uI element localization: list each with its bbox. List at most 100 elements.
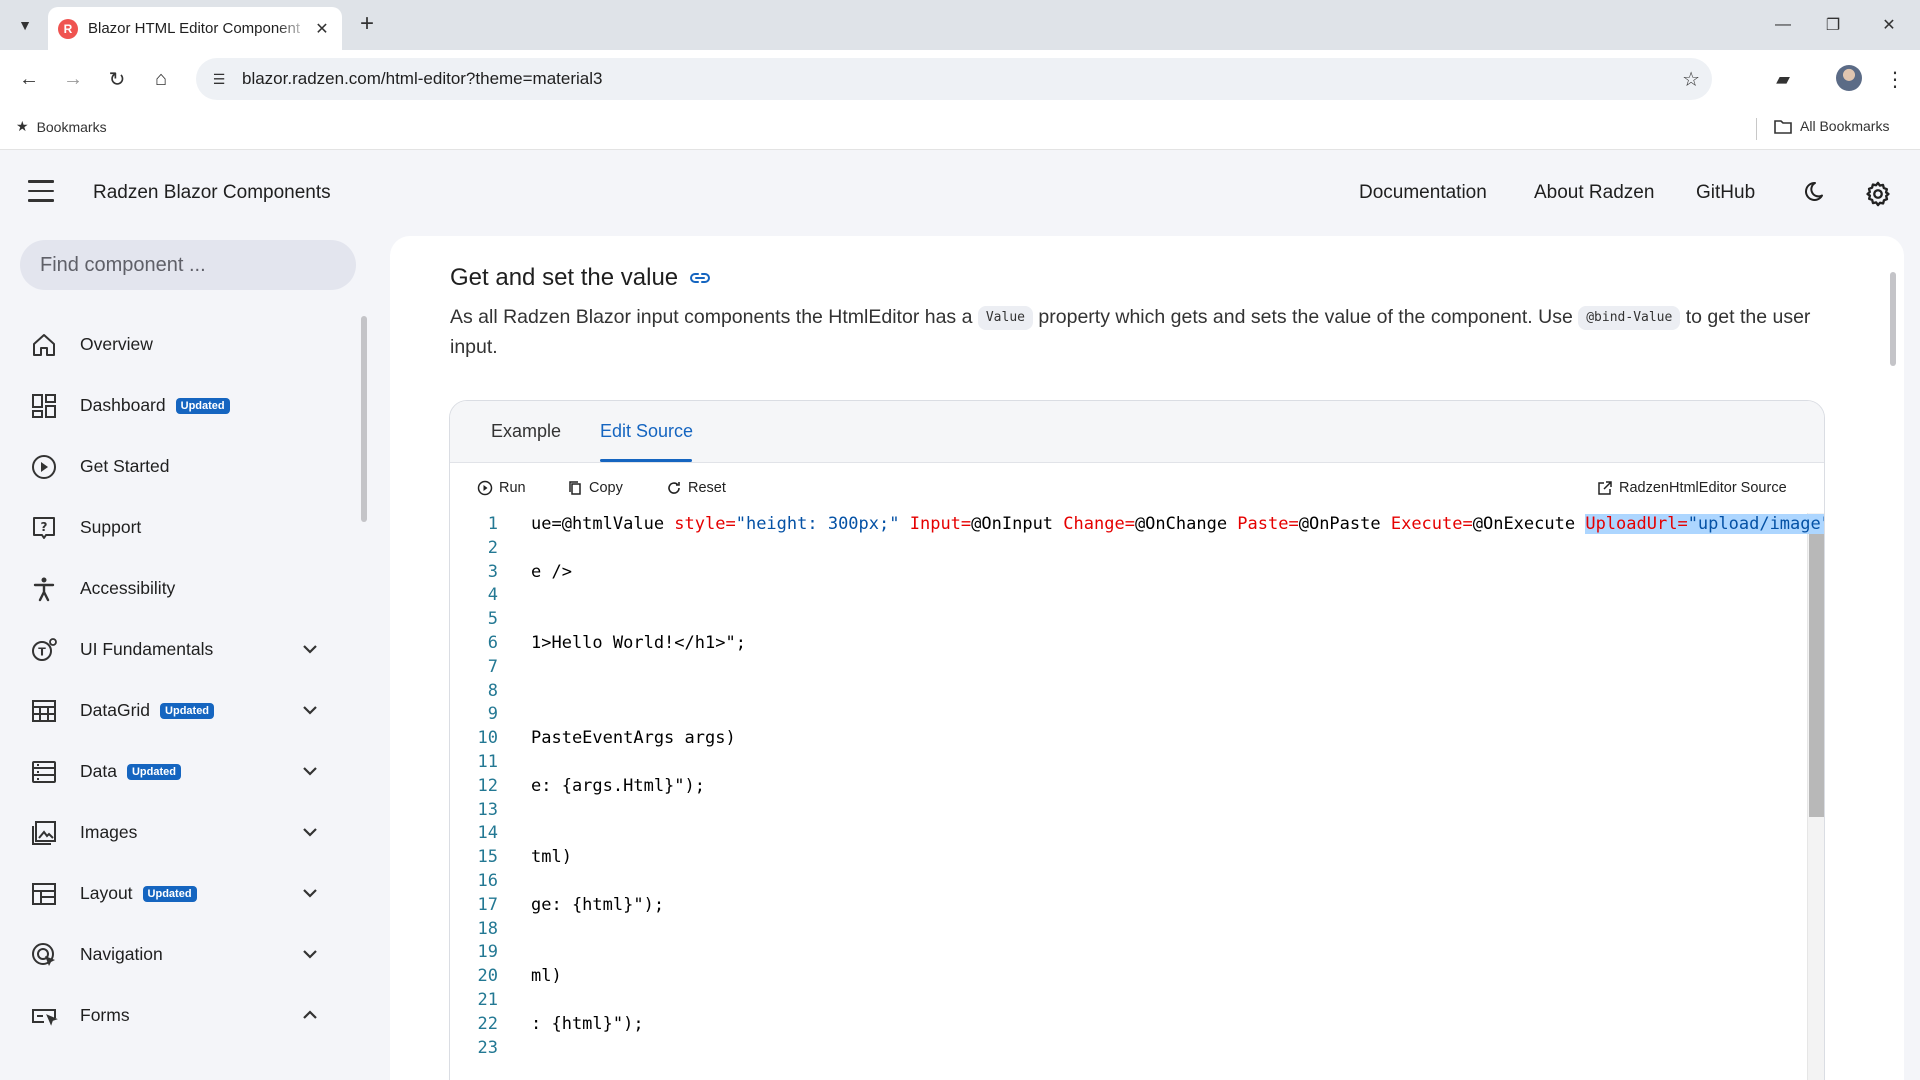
sidebar-item-datagrid[interactable]: DataGrid Updated [0, 680, 340, 741]
gear-icon[interactable] [1864, 180, 1892, 208]
code-line[interactable]: 15 tml) [450, 846, 1810, 870]
code-line[interactable]: 2 [450, 537, 1810, 561]
editor-scrollbar-thumb[interactable] [1809, 515, 1824, 817]
main-content: Get and set the value As all Radzen Blaz… [390, 236, 1904, 1080]
back-button[interactable]: ← [14, 64, 44, 94]
sidebar-item-get-started[interactable]: Get Started [0, 436, 340, 497]
minimize-button[interactable]: — [1760, 8, 1806, 42]
sidebar-item-ui-fundamentals[interactable]: T UI Fundamentals [0, 619, 340, 680]
bookmark-star-icon[interactable]: ☆ [1682, 67, 1700, 92]
all-bookmarks-item[interactable]: All Bookmarks [1774, 118, 1889, 134]
line-number: 20 [477, 966, 498, 987]
code-line[interactable]: 20 ml) [450, 965, 1810, 989]
tab-close-icon[interactable]: ✕ [312, 19, 332, 39]
tab-search-chevron-icon[interactable]: ▼ [10, 10, 40, 40]
chevron-up-icon[interactable] [298, 1003, 322, 1027]
restore-button[interactable]: ❐ [1810, 8, 1856, 42]
code-editor[interactable]: 1 ue=@htmlValue style="height: 300px;" In… [450, 513, 1824, 1080]
list-icon [32, 760, 56, 783]
line-number: 17 [477, 894, 498, 915]
sidebar-item-images[interactable]: Images [0, 802, 340, 863]
code-text[interactable]: ue=@htmlValue style="height: 300px;" Inp… [531, 513, 1824, 537]
moon-icon[interactable] [1801, 180, 1825, 204]
code-line[interactable]: 13 [450, 799, 1810, 823]
bind-value-code-chip: @bind-Value [1578, 306, 1681, 330]
address-bar[interactable]: ☰ blazor.radzen.com/html-editor?theme=ma… [196, 58, 1712, 100]
reload-button[interactable]: ↻ [102, 64, 132, 94]
code-line[interactable]: 7 [450, 656, 1810, 680]
sidebar-item-support[interactable]: ? Support [0, 497, 340, 558]
code-text[interactable]: 1>Hello World!</h1>"; [531, 632, 746, 656]
code-line[interactable]: 5 [450, 608, 1810, 632]
chevron-down-icon[interactable] [298, 759, 322, 783]
code-line[interactable]: 11 [450, 751, 1810, 775]
code-line[interactable]: 16 [450, 870, 1810, 894]
chevron-down-icon[interactable] [298, 820, 322, 844]
chevron-down-icon[interactable] [298, 942, 322, 966]
anchor-link-icon[interactable] [688, 266, 712, 290]
chevron-down-icon[interactable] [298, 698, 322, 722]
code-text[interactable]: PasteEventArgs args) [531, 727, 736, 751]
code-line[interactable]: 19 [450, 941, 1810, 965]
profile-avatar[interactable] [1836, 65, 1862, 91]
code-line[interactable]: 4 [450, 584, 1810, 608]
sidebar-item-data[interactable]: Data Updated [0, 741, 340, 802]
chevron-down-icon[interactable] [298, 637, 322, 661]
updated-badge: Updated [160, 702, 215, 719]
code-line[interactable]: 9 [450, 703, 1810, 727]
extensions-icon[interactable]: ▰ [1768, 64, 1798, 94]
code-text[interactable]: ge: {html}"); [531, 894, 664, 918]
code-line[interactable]: 18 [450, 918, 1810, 942]
reset-button[interactable]: Reset [666, 480, 726, 496]
content-scrollbar[interactable] [1890, 272, 1896, 366]
sidebar-scrollbar[interactable] [361, 316, 367, 522]
github-link[interactable]: GitHub [1696, 182, 1755, 204]
code-line[interactable]: 17 ge: {html}"); [450, 894, 1810, 918]
code-text[interactable]: : {html}"); [531, 1013, 644, 1037]
code-line[interactable]: 6 1>Hello World!</h1>"; [450, 632, 1810, 656]
about-radzen-link[interactable]: About Radzen [1534, 182, 1654, 204]
updated-badge: Updated [126, 763, 181, 780]
open-external-icon [1598, 481, 1612, 495]
code-line[interactable]: 3 e /> [450, 561, 1810, 585]
find-component-input[interactable] [20, 240, 356, 290]
code-text[interactable]: e /> [531, 561, 572, 585]
code-text[interactable]: ml) [531, 965, 562, 989]
sidebar-item-navigation[interactable]: Navigation [0, 924, 340, 985]
tab-example[interactable]: Example [491, 421, 561, 442]
browser-tab[interactable]: R Blazor HTML Editor Component ✕ [48, 7, 342, 50]
site-info-icon[interactable]: ☰ [204, 64, 234, 94]
code-line[interactable]: 1 ue=@htmlValue style="height: 300px;" In… [450, 513, 1824, 537]
tab-edit-source[interactable]: Edit Source [600, 421, 693, 442]
hamburger-menu-icon[interactable] [28, 180, 54, 202]
component-source-link[interactable]: RadzenHtmlEditor Source [1597, 480, 1787, 496]
browser-menu-icon[interactable]: ⋮ [1880, 64, 1910, 94]
bookmarks-item[interactable]: ★ Bookmarks [16, 118, 107, 135]
code-line[interactable]: 23 [450, 1037, 1810, 1061]
documentation-link[interactable]: Documentation [1359, 182, 1487, 204]
code-text[interactable]: e: {args.Html}"); [531, 775, 705, 799]
sidebar-item-accessibility[interactable]: Accessibility [0, 558, 340, 619]
forward-button[interactable]: → [58, 64, 88, 94]
code-line[interactable]: 8 [450, 680, 1810, 704]
code-line[interactable]: 12 e: {args.Html}"); [450, 775, 1810, 799]
code-line[interactable]: 10 PasteEventArgs args) [450, 727, 1810, 751]
line-number: 9 [487, 704, 498, 725]
new-tab-button[interactable]: + [352, 10, 382, 40]
home-button[interactable]: ⌂ [146, 64, 176, 94]
sidebar-item-label: Accessibility [80, 578, 176, 598]
code-line[interactable]: 22: {html}"); [450, 1013, 1810, 1037]
copy-button[interactable]: Copy [567, 480, 623, 496]
sidebar-item-forms[interactable]: Forms [0, 985, 340, 1046]
code-line[interactable]: 14 [450, 822, 1810, 846]
close-window-button[interactable]: ✕ [1866, 8, 1912, 42]
sidebar-item-overview[interactable]: Overview [0, 314, 340, 375]
code-line[interactable]: 21 [450, 989, 1810, 1013]
sidebar-item-dashboard[interactable]: Dashboard Updated [0, 375, 340, 436]
chevron-down-icon[interactable] [298, 881, 322, 905]
code-text[interactable]: tml) [531, 846, 572, 870]
url-text[interactable]: blazor.radzen.com/html-editor?theme=mate… [242, 69, 602, 89]
run-button[interactable]: Run [477, 480, 526, 496]
line-number: 1 [487, 514, 498, 534]
sidebar-item-layout[interactable]: Layout Updated [0, 863, 340, 924]
